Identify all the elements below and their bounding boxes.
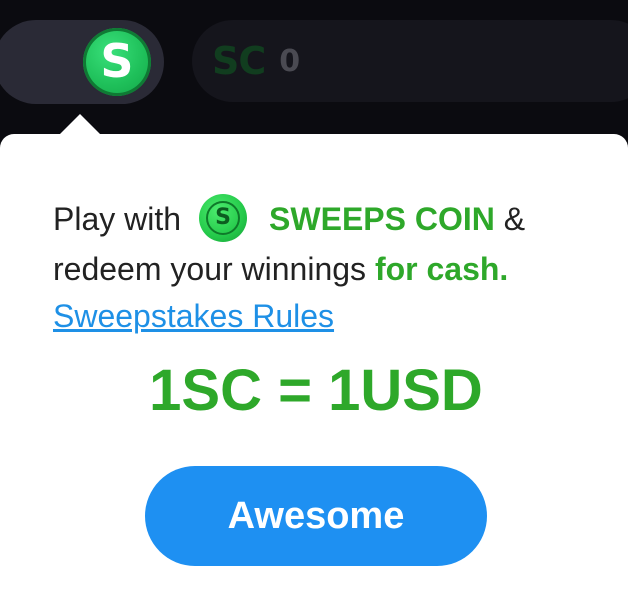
for-cash-highlight: for cash.	[374, 250, 509, 287]
coin-s-glyph: S	[100, 34, 134, 88]
sweeps-coin-toggle-icon[interactable]: S	[83, 28, 151, 96]
popover-description: Play with S SWEEPS COIN & redeem your winn…	[53, 193, 613, 340]
balance-value: 0	[279, 43, 301, 79]
line1-prefix: Play with	[53, 201, 182, 237]
sweepstakes-rules-link[interactable]: Sweepstakes Rules	[53, 298, 334, 334]
awesome-button[interactable]: Awesome	[145, 466, 487, 566]
sweeps-coin-icon: S	[199, 193, 248, 242]
coin-inline-glyph: S	[206, 200, 241, 235]
balance-display[interactable]: SC 0	[192, 20, 628, 102]
line1-suffix: &	[494, 201, 526, 237]
balance-currency: SC	[212, 39, 266, 83]
exchange-rate: 1SC = 1USD	[149, 358, 483, 423]
line2-prefix: redeem your winnings	[53, 250, 375, 287]
popover-arrow	[58, 114, 102, 136]
coin-name: SWEEPS COIN	[269, 201, 495, 237]
